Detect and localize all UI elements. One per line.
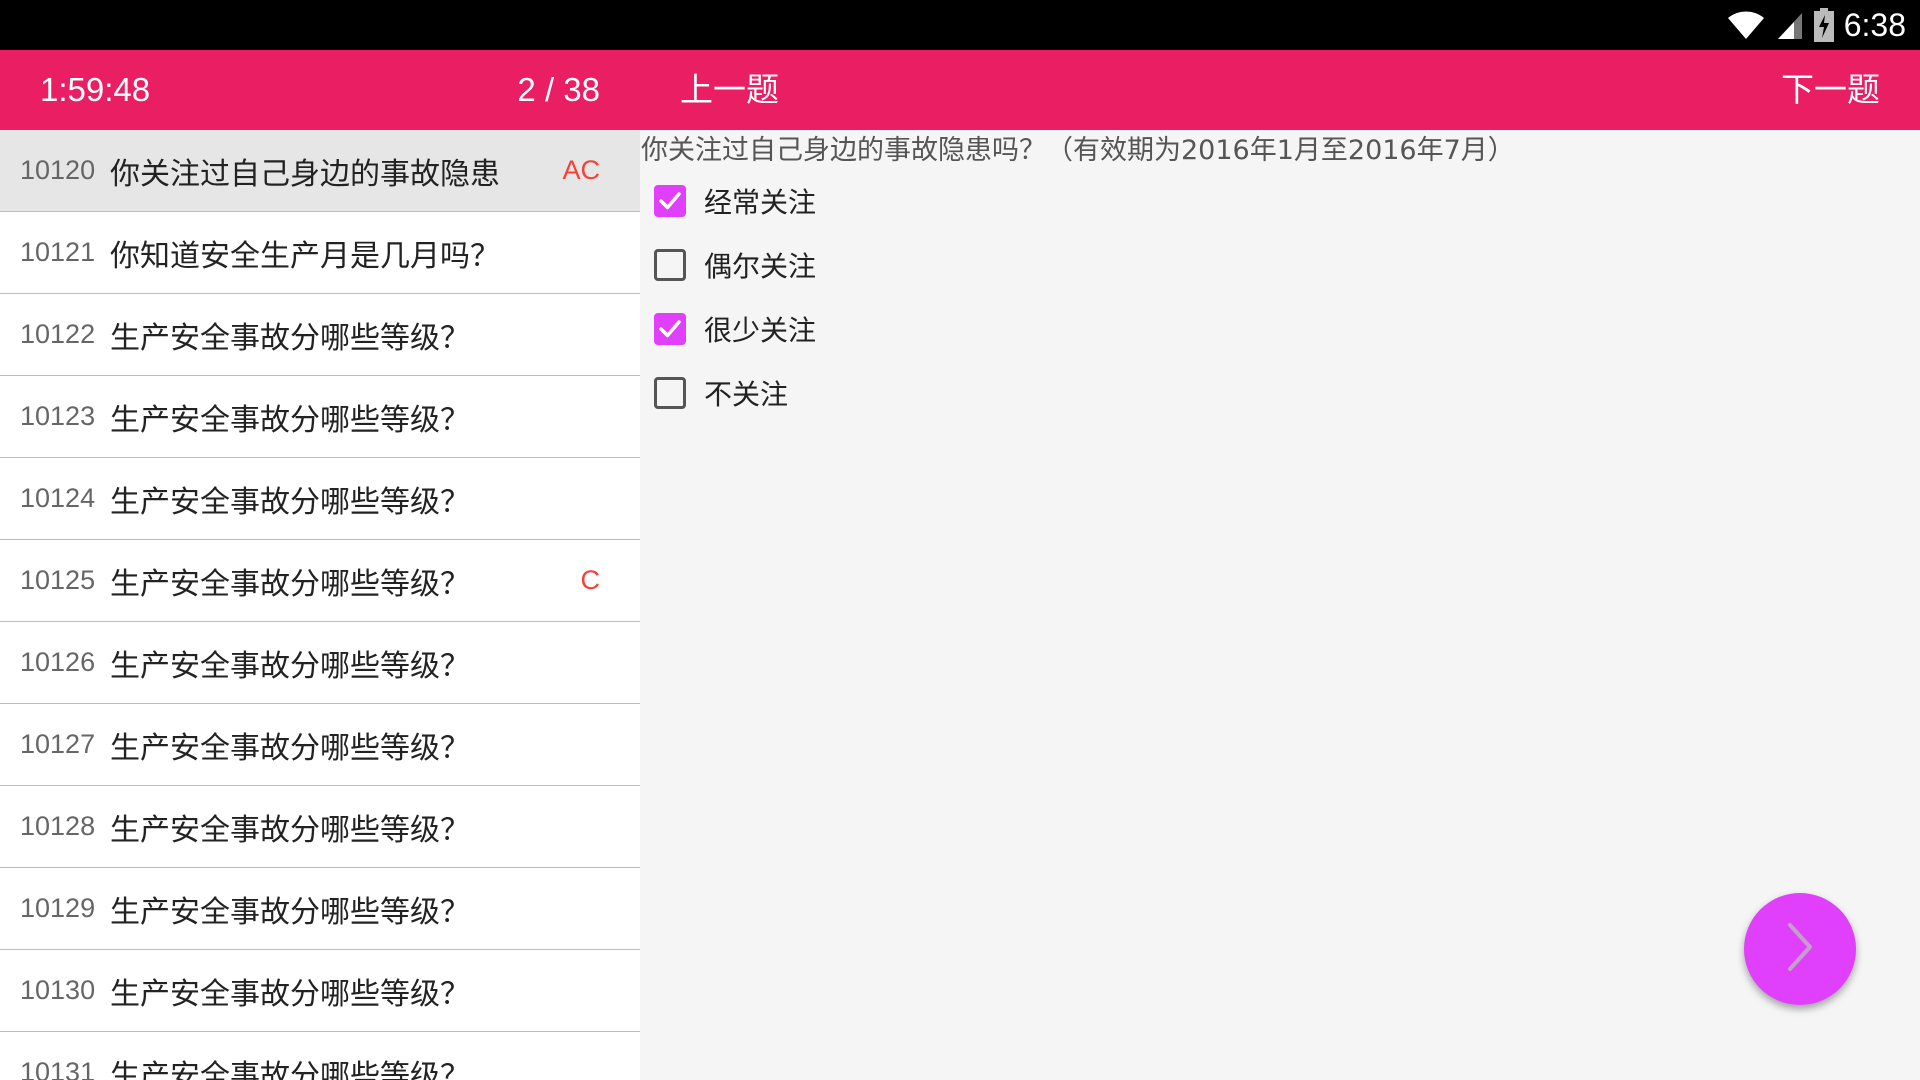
option-checkbox-checked[interactable] [654, 313, 686, 345]
countdown-timer: 1:59:48 [40, 71, 151, 108]
signal-icon [1776, 9, 1804, 41]
question-list-item[interactable]: 10129 生产安全事故分哪些等级？ [0, 868, 640, 950]
question-title: 生产安全事故分哪些等级？ [110, 730, 470, 766]
question-id: 10129 [20, 893, 96, 923]
question-title: 生产安全事故分哪些等级？ [110, 402, 470, 438]
question-list-item[interactable]: 10124 生产安全事故分哪些等级？ [0, 458, 640, 540]
question-id: 10130 [20, 975, 96, 1005]
option-checkbox[interactable] [654, 249, 686, 281]
option-label: 不关注 [704, 378, 789, 411]
question-id: 10128 [20, 811, 96, 841]
question-id: 10125 [20, 565, 96, 595]
question-list-item[interactable]: 10120 你关注过自己身边的事故隐患 AC [0, 130, 640, 212]
question-list-item[interactable]: 10123 生产安全事故分哪些等级？ [0, 376, 640, 458]
answer-mark: C [580, 565, 601, 595]
question-list-item[interactable]: 10130 生产安全事故分哪些等级？ [0, 950, 640, 1032]
question-id: 10124 [20, 483, 96, 513]
previous-question-button[interactable]: 上一题 [680, 50, 779, 130]
question-title: 生产安全事故分哪些等级？ [110, 320, 470, 356]
question-list-item[interactable]: 10126 生产安全事故分哪些等级？ [0, 622, 640, 704]
question-title: 生产安全事故分哪些等级？ [110, 484, 470, 520]
question-id: 10126 [20, 647, 96, 677]
question-list-item[interactable]: 10125 生产安全事故分哪些等级？ C [0, 540, 640, 622]
question-id: 10123 [20, 401, 96, 431]
option-row[interactable]: 很少关注 [654, 309, 816, 349]
question-text: 你关注过自己身边的事故隐患吗？（有效期为2016年1月至2016年7月） [641, 135, 1515, 166]
question-id: 10127 [20, 729, 96, 759]
question-title: 生产安全事故分哪些等级？ [110, 566, 470, 602]
option-row[interactable]: 偶尔关注 [654, 245, 816, 285]
question-title: 你知道安全生产月是几月吗？ [110, 238, 500, 274]
battery-charging-icon [1813, 8, 1834, 42]
answer-mark: AC [562, 155, 600, 185]
next-fab-button[interactable] [1744, 893, 1856, 1005]
question-id: 10131 [20, 1057, 96, 1080]
question-id: 10120 [20, 155, 96, 185]
question-list[interactable]: 10120 你关注过自己身边的事故隐患 AC 10121 你知道安全生产月是几月… [0, 130, 640, 1080]
chevron-right-icon [1780, 919, 1820, 979]
option-label: 很少关注 [704, 314, 817, 347]
status-bar: 6:38 [0, 0, 1920, 50]
question-title: 生产安全事故分哪些等级？ [110, 976, 470, 1012]
question-title: 生产安全事故分哪些等级？ [110, 812, 470, 848]
option-checkbox-checked[interactable] [654, 185, 686, 217]
question-id: 10121 [20, 237, 96, 267]
question-list-item[interactable]: 10121 你知道安全生产月是几月吗？ [0, 212, 640, 294]
option-label: 偶尔关注 [704, 250, 817, 283]
question-list-item[interactable]: 10131 生产安全事故分哪些等级？ [0, 1032, 640, 1080]
status-icons: 6:38 [1726, 0, 1906, 50]
option-row[interactable]: 不关注 [654, 373, 788, 413]
option-label: 经常关注 [704, 186, 817, 219]
question-list-item[interactable]: 10122 生产安全事故分哪些等级？ [0, 294, 640, 376]
question-title: 生产安全事故分哪些等级？ [110, 1058, 470, 1080]
status-time: 6:38 [1843, 6, 1906, 43]
question-title: 生产安全事故分哪些等级？ [110, 648, 470, 684]
question-title: 你关注过自己身边的事故隐患 [110, 156, 500, 192]
question-title: 生产安全事故分哪些等级？ [110, 894, 470, 930]
question-detail-panel: 你关注过自己身边的事故隐患吗？（有效期为2016年1月至2016年7月） 经常关… [640, 130, 1920, 1080]
question-progress: 2 / 38 [517, 71, 600, 108]
option-row[interactable]: 经常关注 [654, 181, 816, 221]
question-list-item[interactable]: 10128 生产安全事故分哪些等级？ [0, 786, 640, 868]
question-id: 10122 [20, 319, 96, 349]
wifi-icon [1726, 9, 1766, 41]
question-list-item[interactable]: 10127 生产安全事故分哪些等级？ [0, 704, 640, 786]
option-checkbox[interactable] [654, 377, 686, 409]
next-question-button[interactable]: 下一题 [1781, 50, 1880, 130]
app-bar: 1:59:48 2 / 38 上一题 下一题 [0, 50, 1920, 130]
